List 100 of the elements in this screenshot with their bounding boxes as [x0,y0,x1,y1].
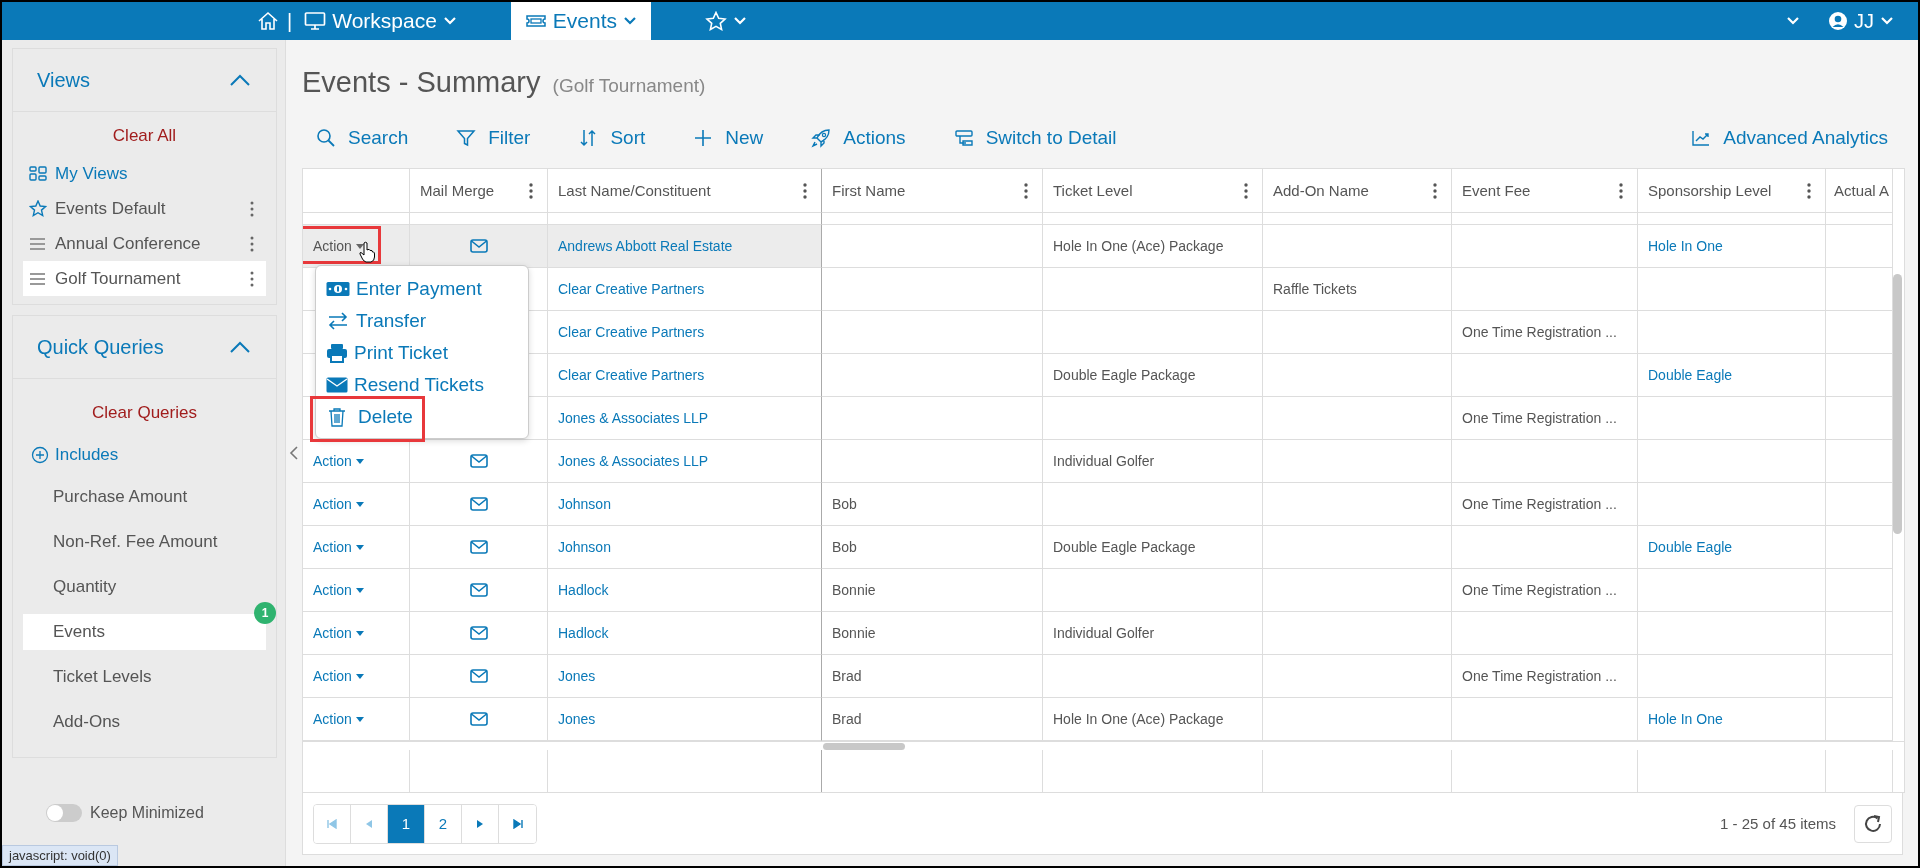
query-item[interactable]: Quantity [23,569,266,605]
kebab-icon[interactable] [1244,182,1248,199]
menu-item[interactable]: Print Ticket [322,338,522,368]
envelope-icon[interactable] [469,712,488,726]
view-item[interactable]: Events Default [23,191,266,226]
caret-icon[interactable] [1786,16,1800,26]
scrollbar-thumb[interactable] [823,743,905,750]
link[interactable]: Clear Creative Partners [558,281,705,297]
toolbar-button[interactable]: Switch to Detail [949,123,1127,153]
chevron-up-icon[interactable] [228,73,252,87]
toolbar-button[interactable]: New [689,123,774,153]
link[interactable]: Double Eagle [1648,367,1733,383]
column-header[interactable]: Last Name/Constituent [548,169,822,213]
kebab-icon[interactable] [1807,182,1811,199]
kebab-icon[interactable] [1619,182,1623,199]
query-item[interactable]: Non-Ref. Fee Amount [23,524,266,560]
link[interactable]: Andrews Abbott Real Estate [558,238,733,254]
link[interactable]: Clear Creative Partners [558,367,705,383]
table-cell: Brad [822,698,1043,741]
envelope-icon[interactable] [469,497,488,511]
column-header[interactable]: Ticket Level [1043,169,1263,213]
caret-icon [355,630,364,636]
link[interactable]: Clear Creative Partners [558,324,705,340]
kebab-icon[interactable] [250,200,254,217]
link[interactable]: Hadlock [558,625,609,641]
link[interactable]: Hole In One [1648,238,1723,254]
plus-circle-icon [31,446,49,464]
chevron-left-icon[interactable] [289,445,299,461]
toolbar-button[interactable]: Sort [574,123,656,153]
action-dropdown[interactable]: Action [313,625,364,641]
link[interactable]: Jones & Associates LLP [558,453,709,469]
link[interactable]: Jones [558,711,596,727]
link[interactable]: Johnson [558,539,611,555]
envelope-icon[interactable] [469,626,488,640]
action-dropdown[interactable]: Action [313,539,364,555]
link[interactable]: Jones [558,668,596,684]
nav-tab[interactable]: Events [510,2,652,40]
home-icon[interactable] [257,11,279,31]
column-header[interactable]: Add-On Name [1263,169,1452,213]
table-cell: Raffle Tickets [1263,268,1452,311]
view-item[interactable]: Annual Conference [23,226,266,261]
toolbar-button[interactable]: Filter [452,123,541,153]
advanced-analytics-button[interactable]: Advanced Analytics [1687,123,1898,153]
view-item[interactable]: My Views [23,156,266,191]
action-dropdown[interactable]: Action [313,238,364,254]
query-item[interactable]: Purchase Amount [23,479,266,515]
kebab-icon[interactable] [529,182,533,199]
column-header[interactable]: Mail Merge [410,169,548,213]
kebab-icon[interactable] [250,235,254,252]
link[interactable]: Hadlock [558,582,609,598]
kebab-icon[interactable] [803,182,807,199]
menu-item[interactable]: Transfer [322,306,522,336]
action-dropdown[interactable]: Action [313,582,364,598]
user-menu[interactable]: JJ [1828,9,1894,33]
envelope-icon[interactable] [469,239,488,253]
link[interactable]: Hole In One [1648,711,1723,727]
envelope-icon[interactable] [469,454,488,468]
kebab-icon[interactable] [1024,182,1028,199]
action-dropdown[interactable]: Action [313,453,364,469]
column-header[interactable]: First Name [822,169,1043,213]
page-button[interactable]: 1 [388,804,425,843]
query-item[interactable]: Add-Ons [23,704,266,740]
envelope-icon[interactable] [469,583,488,597]
menu-item[interactable]: Resend Tickets [322,370,522,400]
includes-link[interactable]: Includes [23,445,266,465]
column-header[interactable]: Actual A [1826,169,1893,213]
kebab-icon[interactable] [250,270,254,287]
table-cell: Double Eagle Package [1043,526,1263,569]
query-item[interactable]: Ticket Levels [23,659,266,695]
menu-item[interactable]: Enter Payment [322,274,522,304]
caret-icon [355,458,364,464]
link[interactable]: Johnson [558,496,611,512]
toolbar-button[interactable]: Actions [807,123,916,153]
chevron-up-icon[interactable] [228,340,252,354]
action-dropdown[interactable]: Action [313,496,364,512]
drag-handle-icon[interactable] [29,271,47,286]
drag-handle-icon[interactable] [29,236,47,251]
nav-tab[interactable]: Workspace [300,2,471,40]
link[interactable]: Double Eagle [1648,539,1733,555]
column-header[interactable]: Sponsorship Level [1638,169,1826,213]
clear-queries-link[interactable]: Clear Queries [92,403,197,423]
toolbar-button[interactable]: Search [312,123,419,153]
link[interactable]: Jones & Associates LLP [558,410,709,426]
view-item[interactable]: Golf Tournament [23,261,266,296]
envelope-icon[interactable] [469,669,488,683]
menu-item[interactable]: Delete [322,402,522,432]
envelope-icon[interactable] [469,540,488,554]
trend-chart-icon [1691,129,1712,147]
ticket-icon [524,13,547,29]
page-title: Events - Summary [302,66,541,98]
kebab-icon[interactable] [1433,182,1437,199]
scrollbar-thumb[interactable] [1893,274,1902,534]
action-dropdown[interactable]: Action [313,668,364,684]
clear-all-link[interactable]: Clear All [112,126,177,146]
monitor-icon [304,11,327,31]
action-dropdown[interactable]: Action [313,711,364,727]
column-header[interactable]: Event Fee [1452,169,1638,213]
toggle-switch[interactable] [46,804,82,822]
refresh-button[interactable] [1854,804,1892,843]
page-subtitle: (Golf Tournament) [552,75,706,96]
